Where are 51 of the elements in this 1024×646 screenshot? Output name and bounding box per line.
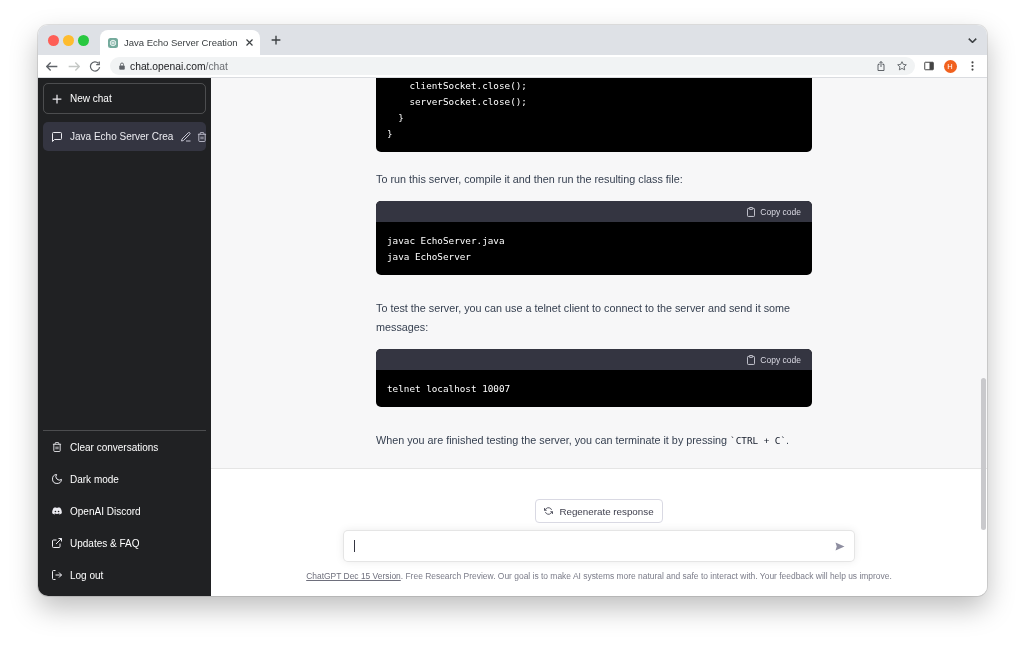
scrollbar-thumb[interactable]: [981, 378, 986, 530]
back-arrow-icon[interactable]: [46, 60, 58, 72]
trash-icon: [52, 442, 62, 452]
pencil-icon[interactable]: [181, 131, 192, 142]
clipboard-icon: [747, 354, 756, 365]
code-line: }: [387, 127, 394, 141]
chevron-down-icon[interactable]: [968, 37, 977, 43]
new-chat-button[interactable]: New chat: [43, 83, 206, 114]
tab-favicon-icon: [108, 37, 118, 48]
send-icon[interactable]: [835, 541, 845, 551]
code-line: telnet localhost 10007: [387, 382, 512, 396]
discord-icon: [52, 506, 62, 516]
reload-icon[interactable]: [89, 60, 101, 72]
code-line: serverSocket.close();: [408, 95, 528, 109]
plus-icon[interactable]: [271, 35, 281, 45]
refresh-icon: [544, 507, 554, 515]
sidebar-menu-item[interactable]: Clear conversations: [43, 431, 206, 463]
star-icon[interactable]: [897, 61, 907, 71]
sidebar-menu-item[interactable]: Updates & FAQ: [43, 527, 206, 559]
plus-icon: [52, 93, 62, 104]
conversation-item[interactable]: Java Echo Server Crea: [43, 122, 206, 151]
chat-bubble-icon: [52, 131, 62, 142]
lock-icon: [119, 62, 125, 70]
sidebar-menu-item[interactable]: OpenAI Discord: [43, 495, 206, 527]
share-icon[interactable]: [876, 61, 886, 71]
url-text: chat.openai.com/chat: [130, 60, 229, 72]
disclaimer-text: ChatGPT Dec 15 Version. Free Research Preview. Our goal is to make AI systems more natural and safe to interact with. Your feedback will help us improve.: [306, 570, 892, 582]
regenerate-button[interactable]: Regenerate response: [535, 499, 663, 523]
sidebar-menu-item[interactable]: Log out: [43, 559, 206, 591]
more-menu-icon[interactable]: [970, 61, 974, 71]
code-line: }: [397, 111, 405, 125]
message-paragraph: When you are finished testing the server, you can terminate it by pressing `CTRL + C`.: [376, 433, 791, 448]
logout-icon: [52, 570, 62, 580]
code-line: java EchoServer: [387, 250, 472, 264]
message-paragraph: To test the server, you can use a telnet client to connect to the server and send it some messages:: [376, 301, 792, 335]
close-icon[interactable]: [246, 39, 253, 46]
trash-icon[interactable]: [197, 131, 208, 142]
copy-code-button[interactable]: Copy code: [747, 354, 801, 365]
version-link[interactable]: ChatGPT Dec 15 Version: [306, 571, 401, 581]
sidebar-menu-item[interactable]: Dark mode: [43, 463, 206, 495]
code-line: javac EchoServer.java: [387, 234, 506, 248]
moon-icon: [52, 474, 62, 484]
copy-code-button[interactable]: Copy code: [747, 206, 801, 217]
code-line: clientSocket.close();: [408, 79, 528, 93]
browser-tab[interactable]: Java Echo Server Creation: [100, 30, 260, 55]
side-panel-icon[interactable]: [924, 61, 934, 71]
address-bar[interactable]: chat.openai.com/chat: [110, 57, 915, 75]
message-paragraph: To run this server, compile it and then run the resulting class file:: [376, 172, 684, 187]
clipboard-icon: [747, 206, 756, 217]
external-link-icon: [52, 538, 62, 548]
message-input[interactable]: [343, 530, 855, 562]
